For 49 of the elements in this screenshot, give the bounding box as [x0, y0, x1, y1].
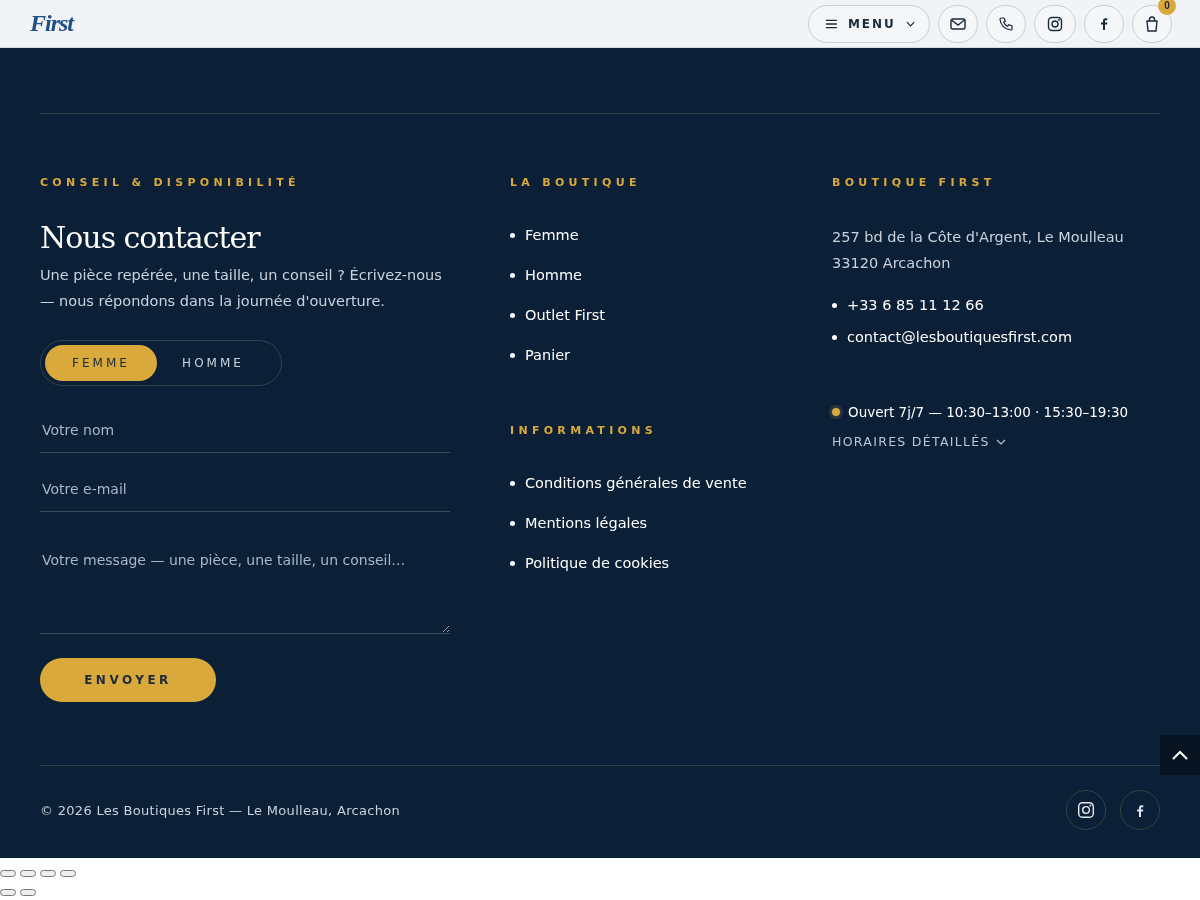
address-line: 33120 Arcachon	[832, 254, 952, 273]
small-button[interactable]	[0, 889, 16, 896]
input-field[interactable]: Votre nom	[40, 408, 450, 453]
chevron-up-icon	[1172, 750, 1188, 760]
instagram-icon	[1047, 15, 1063, 32]
mail-button[interactable]	[938, 4, 978, 43]
section-heading: BOUTIQUE FIRST	[832, 176, 997, 190]
copyright-text: © 2026 Les Boutiques First — Le Moulleau, Arcachon	[40, 802, 400, 818]
footer-link[interactable]: Outlet First	[525, 304, 606, 326]
small-button[interactable]	[0, 870, 16, 877]
back-to-top-button[interactable]	[1160, 735, 1200, 775]
small-button[interactable]	[20, 870, 36, 877]
message-field[interactable]: Votre message — une pièce, une taille, un conseil…	[40, 534, 450, 634]
toggle-option[interactable]: HOMME	[157, 345, 269, 381]
contact-link[interactable]: contact@lesboutiquesfirst.com	[847, 326, 1073, 348]
section-heading: CONSEIL & DISPONIBILITÉ	[40, 176, 301, 190]
section-heading: LA BOUTIQUE	[510, 176, 642, 190]
chevron-down-icon	[905, 20, 915, 27]
input-field[interactable]: Votre e-mail	[40, 467, 450, 512]
footer-link[interactable]: Femme	[525, 224, 579, 246]
opening-hours: Ouvert 7j/7 — 10:30–13:00 · 15:30–19:30	[848, 404, 1129, 420]
contact-title: Nous contacter	[40, 220, 262, 256]
chevron-down-icon	[995, 438, 1006, 445]
menu-button[interactable]: MENU	[808, 4, 930, 43]
small-button[interactable]	[60, 870, 76, 877]
facebook-icon	[1100, 17, 1108, 30]
footer-link[interactable]: Conditions générales de vente	[525, 472, 747, 494]
facebook-icon	[1136, 803, 1144, 817]
mail-icon	[950, 17, 966, 30]
logo[interactable]: First	[30, 10, 74, 37]
instagram-icon	[1077, 801, 1095, 819]
footer-link[interactable]: Homme	[525, 264, 582, 286]
footer-link[interactable]: Panier	[525, 344, 571, 366]
small-button[interactable]	[40, 870, 56, 877]
footer-link[interactable]: Mentions légales	[525, 512, 648, 534]
hours-details-button[interactable]: HORAIRES DÉTAILLÉS	[832, 434, 1006, 449]
phone-button[interactable]	[986, 4, 1026, 43]
footer-link[interactable]: Politique de cookies	[525, 552, 670, 574]
address-line: 257 bd de la Côte d'Argent, Le Moulleau	[832, 228, 1125, 247]
phone-icon	[998, 15, 1014, 32]
small-button[interactable]	[20, 889, 36, 896]
toggle-option[interactable]: FEMME	[45, 345, 157, 381]
shopping-bag-icon	[1145, 15, 1159, 32]
menu-icon	[825, 17, 838, 30]
send-button[interactable]: ENVOYER	[40, 658, 216, 702]
contact-link[interactable]: +33 6 85 11 12 66	[847, 294, 984, 316]
section-heading: INFORMATIONS	[510, 424, 658, 438]
cart-count-badge: 0	[1158, 0, 1176, 15]
intro-text: Une pièce repérée, une taille, un conseil ? Écrivez-nous — nous répondons dans la journée d'ouverture.	[40, 266, 443, 311]
